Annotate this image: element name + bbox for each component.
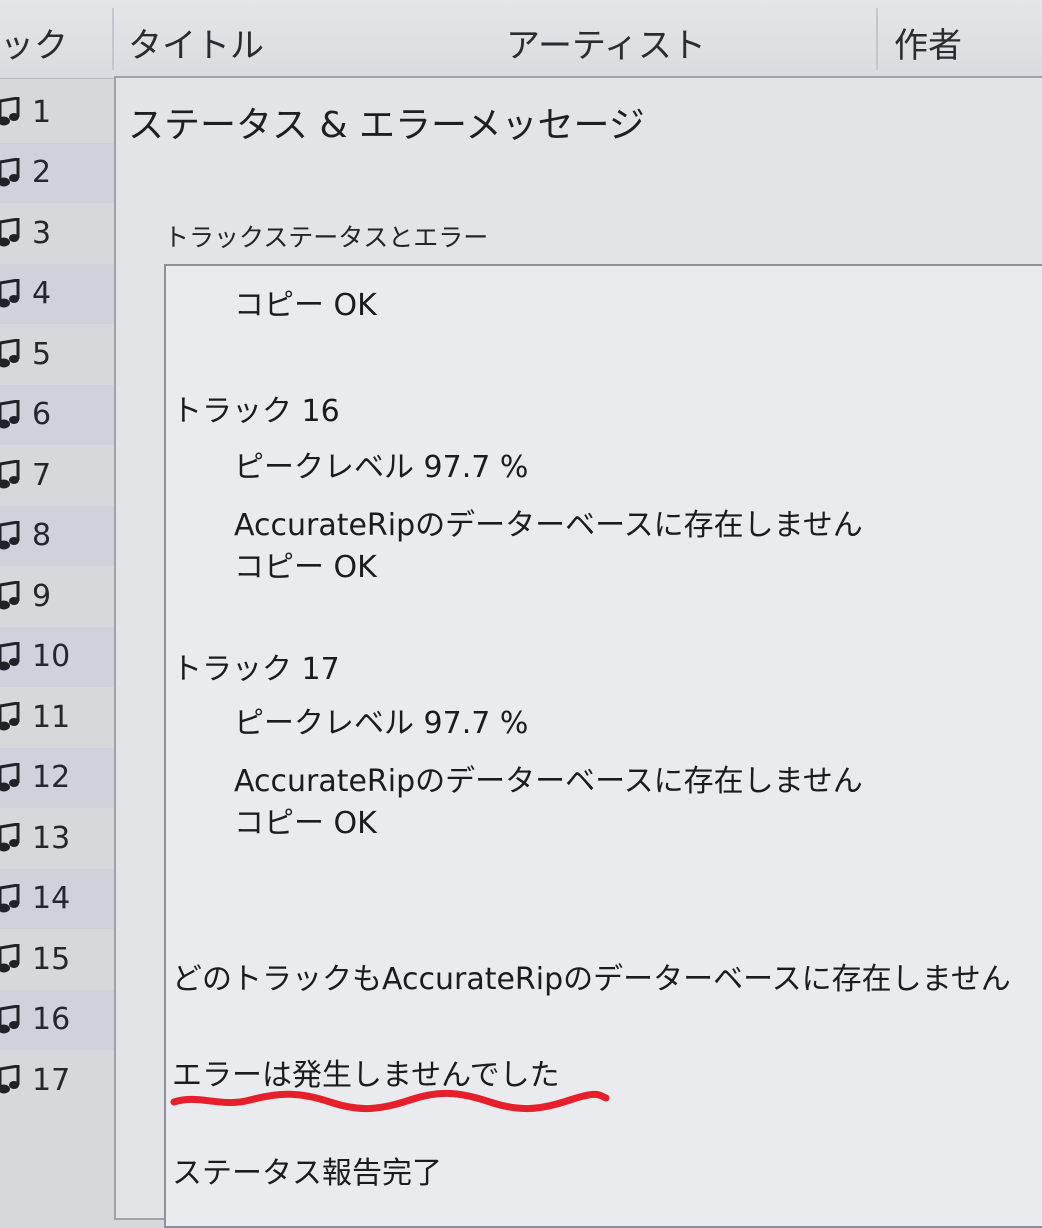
track-number: 6: [32, 397, 52, 433]
column-header-bar: ック タイトル アーティスト 作者: [0, 0, 1042, 79]
track-row[interactable]: 13: [0, 808, 116, 869]
track-row[interactable]: 17: [0, 1050, 116, 1111]
music-note-icon: [0, 399, 20, 429]
track-number: 12: [32, 760, 71, 796]
status-message-box[interactable]: コピー OK トラック 16 ピークレベル 97.7 % AccurateRip…: [164, 264, 1042, 1228]
track-row[interactable]: 5: [0, 324, 116, 385]
music-note-icon: [0, 823, 20, 852]
track-number: 16: [32, 1002, 71, 1038]
track-heading: トラック 16: [172, 394, 340, 429]
track-heading: トラック 17: [172, 652, 340, 687]
track-row[interactable]: 7: [0, 445, 116, 506]
music-note-icon: [0, 1004, 20, 1034]
music-note-icon: [0, 883, 20, 913]
track-number: 13: [32, 820, 71, 856]
column-header-artist[interactable]: アーティスト: [506, 18, 706, 67]
track-number: 3: [32, 215, 52, 251]
peak-level-line: ピークレベル 97.7 %: [234, 450, 529, 485]
music-note-icon: [0, 1065, 20, 1094]
music-note-icon: [0, 278, 20, 308]
track-number: 11: [32, 699, 71, 735]
peak-level-line: ピークレベル 97.7 %: [234, 706, 529, 741]
track-status-group-label: トラックステータスとエラー: [164, 223, 489, 252]
music-note-icon: [0, 97, 20, 126]
track-row[interactable]: 11: [0, 687, 116, 748]
copy-ok-line: コピー OK: [234, 806, 377, 841]
track-number: 2: [32, 155, 52, 191]
music-note-icon: [0, 944, 20, 973]
track-number: 9: [32, 578, 52, 614]
dialog-title: ステータス & エラーメッセージ: [128, 105, 645, 146]
track-number: 1: [32, 94, 52, 130]
music-note-icon: [0, 157, 20, 187]
column-header-title[interactable]: タイトル: [128, 18, 264, 67]
column-header-author[interactable]: 作者: [894, 18, 962, 67]
track-row[interactable]: 15: [0, 929, 116, 990]
track-number: 17: [32, 1062, 71, 1098]
accuraterip-line: AccurateRipのデーターベースに存在しません: [234, 508, 863, 543]
track-row[interactable]: 16: [0, 989, 116, 1050]
music-note-icon: [0, 702, 20, 731]
track-row[interactable]: 14: [0, 868, 116, 929]
status-error-dialog: ステータス & エラーメッセージ トラックステータスとエラー コピー OK トラ…: [114, 76, 1042, 1228]
music-note-icon: [0, 641, 20, 671]
track-number: 4: [32, 276, 52, 312]
music-note-icon: [0, 762, 20, 792]
copy-ok-line: コピー OK: [234, 550, 377, 585]
track-row[interactable]: 9: [0, 566, 116, 627]
track-row[interactable]: 10: [0, 626, 116, 687]
track-number: 5: [32, 336, 52, 372]
track-row[interactable]: 3: [0, 203, 116, 264]
track-number: 10: [32, 639, 71, 675]
column-separator[interactable]: [112, 8, 114, 70]
music-note-icon: [0, 339, 20, 368]
track-number: 7: [32, 457, 52, 493]
accuraterip-line: AccurateRipのデーターベースに存在しません: [234, 764, 863, 799]
music-note-icon: [0, 520, 20, 550]
column-header-track[interactable]: ック: [0, 18, 68, 67]
track-list: 1 2 3 4 5 6 7 8 9 10 11 12 13 14 15 16 1…: [0, 82, 116, 1200]
track-row[interactable]: 6: [0, 384, 116, 445]
music-note-icon: [0, 218, 20, 247]
track-number: 14: [32, 881, 71, 917]
track-number: 8: [32, 518, 52, 554]
status-report-complete-line: ステータス報告完了: [172, 1156, 442, 1191]
summary-accuraterip-line: どのトラックもAccurateRipのデーターベースに存在しません: [172, 962, 1011, 997]
copy-ok-line: コピー OK: [234, 288, 377, 323]
track-row[interactable]: 12: [0, 747, 116, 808]
track-row[interactable]: 4: [0, 263, 116, 324]
music-note-icon: [0, 581, 20, 610]
track-row[interactable]: 2: [0, 142, 116, 203]
column-separator[interactable]: [876, 8, 878, 70]
track-row[interactable]: 1: [0, 82, 116, 143]
track-row[interactable]: 8: [0, 505, 116, 566]
music-note-icon: [0, 460, 20, 489]
track-number: 15: [32, 941, 71, 977]
red-handwritten-underline: [170, 1090, 610, 1112]
